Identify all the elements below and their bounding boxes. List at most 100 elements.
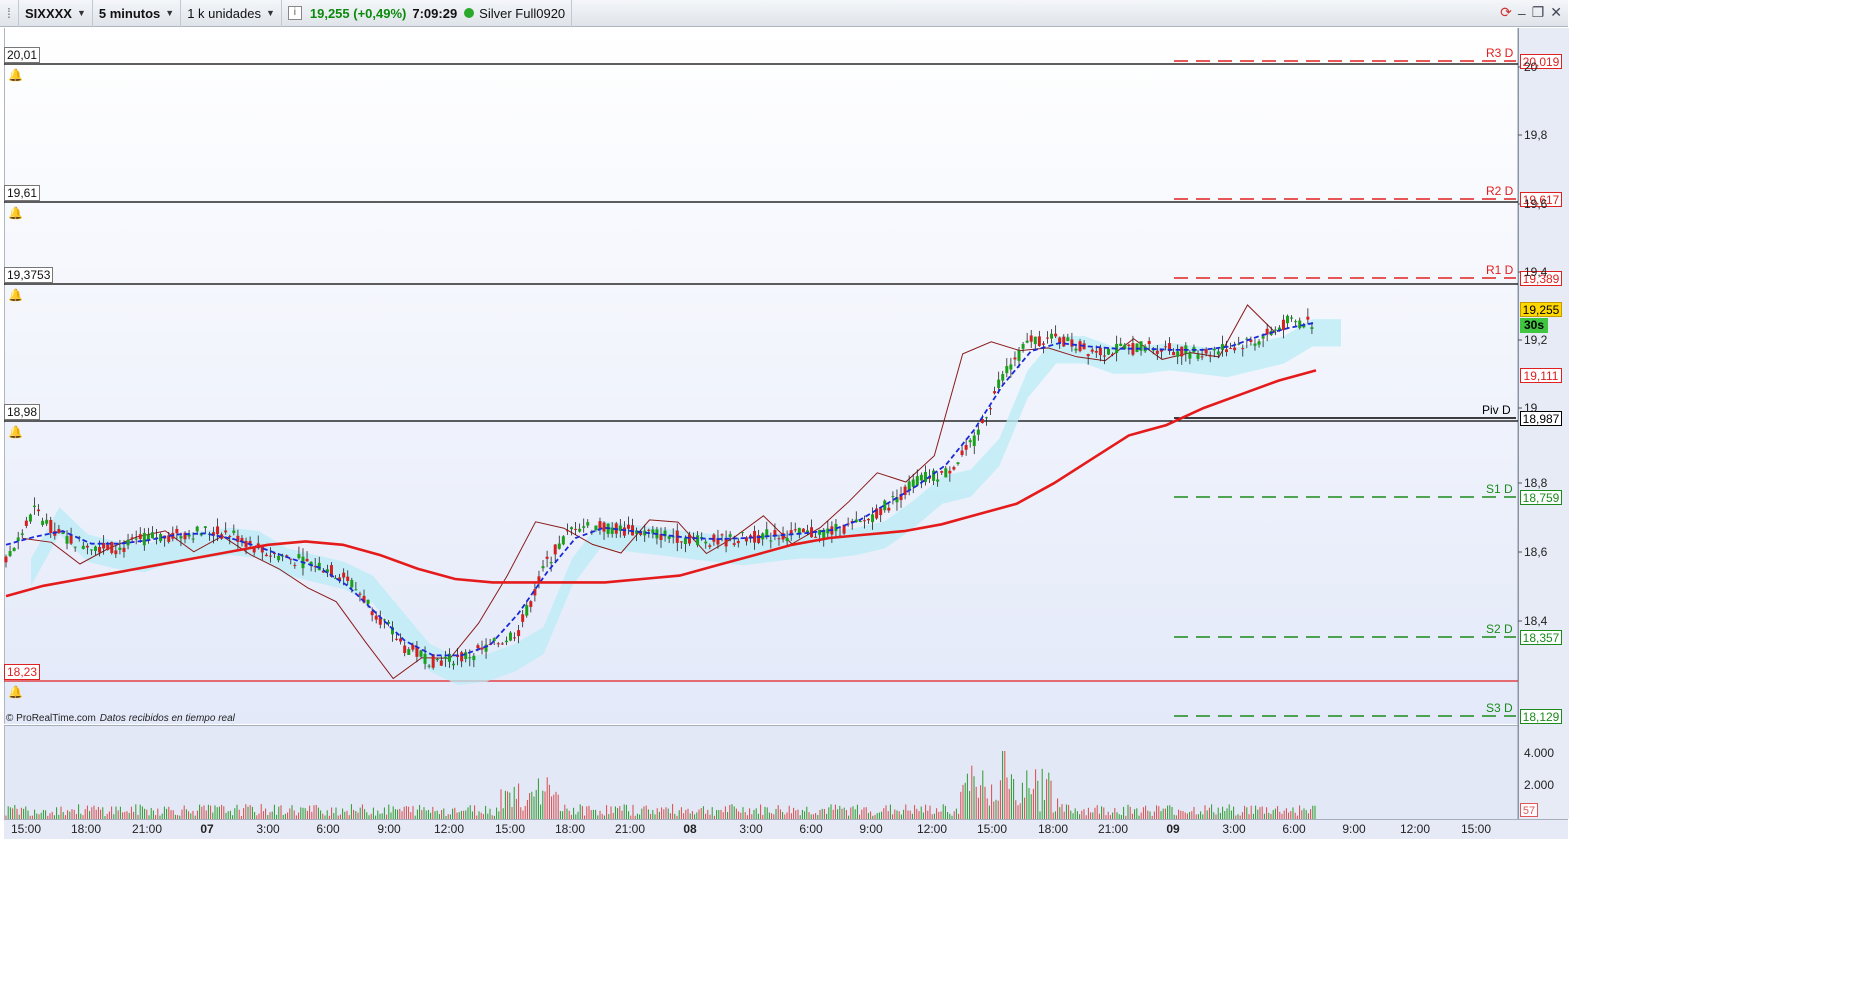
candle-body (626, 524, 630, 529)
candle-body (940, 471, 944, 473)
horizontal-line-label[interactable]: 18,23 (4, 664, 41, 680)
bell-alert-icon[interactable]: 🔔 (8, 68, 23, 82)
volume-last-tag: 57 (1520, 803, 1538, 817)
horizontal-line-label[interactable]: 19,3753 (4, 267, 54, 283)
candle-body (94, 546, 98, 551)
candle-body (1041, 343, 1045, 345)
candle-body (923, 471, 927, 483)
candle-body (224, 530, 228, 533)
candle-body (801, 528, 805, 533)
candle-body (696, 535, 700, 546)
candle-body (1204, 349, 1208, 354)
candle-body (1229, 347, 1233, 349)
bell-alert-icon[interactable]: 🔔 (8, 206, 23, 220)
candle-body (435, 659, 439, 661)
candle-body (720, 534, 724, 536)
candle-body (549, 562, 553, 564)
candle-body (1224, 349, 1228, 353)
candle-body (582, 526, 586, 528)
candle-body (858, 520, 862, 522)
candle-body (1009, 364, 1013, 370)
price-tick-label: 18,6 (1524, 545, 1548, 559)
pivot-price-tag: 18,357 (1520, 630, 1562, 645)
candle-body (305, 558, 309, 562)
horizontal-line-label[interactable]: 19,61 (4, 185, 41, 201)
horizontal-line-label[interactable]: 18,98 (4, 404, 41, 420)
candle-body (118, 547, 122, 550)
candle-body (354, 589, 358, 591)
candle-body (871, 514, 875, 523)
bell-alert-icon[interactable]: 🔔 (8, 685, 23, 699)
candle-body (57, 528, 61, 533)
candle-body (61, 532, 65, 534)
candle-body (252, 548, 256, 553)
bell-alert-icon[interactable]: 🔔 (8, 425, 23, 439)
ichimoku-cloud (31, 319, 1341, 686)
time-tick-label: 21:00 (614, 822, 646, 836)
candle-body (12, 547, 16, 552)
pivot-name: S3 D (1486, 701, 1513, 715)
time-tick-label: 3:00 (256, 822, 280, 836)
candle-body (41, 520, 45, 525)
candle-body (948, 470, 952, 474)
candle-body (342, 572, 346, 578)
candle-body (704, 541, 708, 544)
candle-body (1013, 357, 1017, 360)
candle-body (28, 514, 32, 522)
candle-body (517, 630, 521, 637)
candle-body (736, 540, 740, 544)
candle-body (1180, 346, 1184, 357)
candle-body (1094, 350, 1098, 353)
candle-body (984, 417, 988, 419)
candle-body (1107, 348, 1111, 355)
candle-body (1273, 329, 1277, 331)
candle-body (69, 534, 73, 544)
candle-body (891, 496, 895, 498)
candle-body (65, 536, 69, 544)
candle-body (175, 528, 179, 534)
candle-body (297, 554, 301, 559)
candle-body (679, 541, 683, 543)
candle-timer: 30s (1520, 318, 1548, 333)
price-tick-label: 19 (1524, 401, 1538, 415)
candle-body (997, 379, 1001, 388)
candle-body (789, 530, 793, 534)
price-tick-label: 20 (1524, 60, 1538, 74)
pivot-name: S2 D (1486, 622, 1513, 636)
time-tick-label: 3:00 (1222, 822, 1246, 836)
candle-body (439, 660, 443, 666)
candle-body (24, 520, 28, 526)
bell-alert-icon[interactable]: 🔔 (8, 288, 23, 302)
candle-body (232, 530, 236, 533)
volume-tick: 2.000 (1524, 778, 1555, 792)
candle-body (1253, 343, 1257, 346)
horizontal-line-label[interactable]: 20,01 (4, 47, 41, 63)
candle-body (1005, 366, 1009, 374)
candle-body (915, 476, 919, 486)
price-tick-label: 19,8 (1524, 128, 1548, 142)
candle-body (49, 519, 53, 533)
candle-body (4, 556, 8, 563)
candle-body (114, 550, 118, 555)
pivot-name: Piv D (1482, 403, 1511, 417)
candle-body (989, 408, 993, 410)
candle-body (993, 391, 997, 394)
candle-body (883, 500, 887, 511)
candle-body (944, 468, 948, 478)
candle-body (106, 544, 110, 550)
candle-body (1025, 340, 1029, 343)
candle-body (1155, 350, 1159, 354)
candle-body (683, 537, 687, 544)
candle-body (146, 534, 150, 540)
candle-body (1066, 337, 1070, 342)
candle-body (545, 556, 549, 559)
time-tick-label: 15:00 (494, 822, 526, 836)
time-tick-label: 15:00 (10, 822, 42, 836)
time-tick-label: 12:00 (1399, 822, 1431, 836)
time-tick-label: 9:00 (859, 822, 883, 836)
candle-body (1050, 333, 1054, 339)
price-tick-label: 18,4 (1524, 614, 1548, 628)
candle-body (443, 656, 447, 659)
candle-body (732, 543, 736, 545)
time-tick-label: 9:00 (377, 822, 401, 836)
